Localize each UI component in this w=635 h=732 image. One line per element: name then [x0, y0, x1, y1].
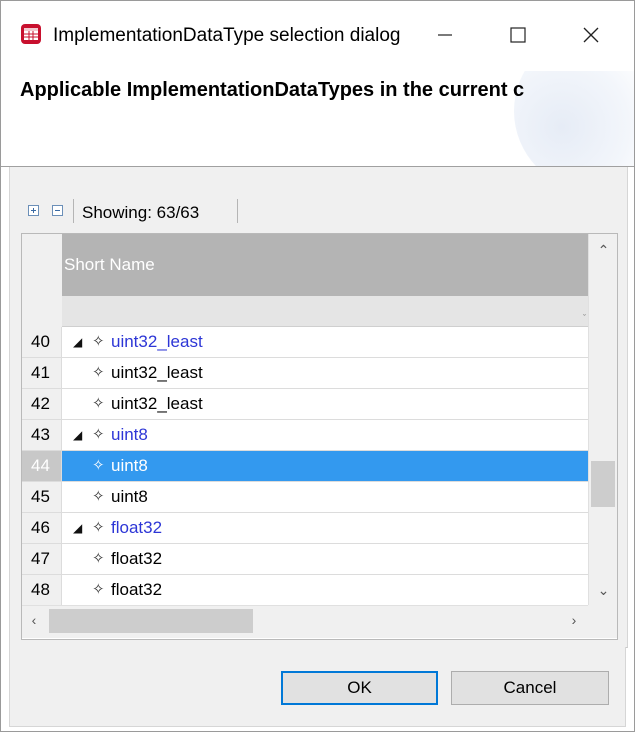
content-area: Showing: 63/63 Short Name ˇ 40 ◢ ✧ uint32_l… [9, 167, 628, 648]
minimize-icon [438, 34, 452, 36]
short-name-label: uint8 [111, 487, 148, 506]
collapse-all-icon[interactable] [52, 205, 63, 216]
short-name-cell[interactable]: ✧ float32 [62, 575, 588, 605]
short-name-cell[interactable]: ◢ ✧ float32 [62, 513, 588, 543]
expand-toggle-icon[interactable]: ◢ [73, 420, 82, 450]
table-row[interactable]: 43 ◢ ✧ uint8 [22, 420, 588, 451]
toolbar-separator [73, 199, 74, 223]
scroll-corner [588, 605, 617, 638]
scroll-down-icon[interactable]: ⌄ [589, 582, 617, 599]
row-number: 46 [22, 513, 62, 543]
element-icon: ✧ [92, 519, 105, 536]
short-name-label: uint32_least [111, 394, 203, 413]
expand-toggle-icon[interactable]: ◢ [73, 327, 82, 357]
button-bar: OK Cancel [9, 647, 626, 727]
vertical-scrollbar[interactable]: ⌃ ⌄ [588, 234, 617, 605]
table-row[interactable]: 46 ◢ ✧ float32 [22, 513, 588, 544]
short-name-cell[interactable]: ✧ uint8 [62, 482, 588, 512]
table-row[interactable]: 48 ✧ float32 [22, 575, 588, 605]
maximize-button[interactable] [495, 15, 541, 55]
ok-button[interactable]: OK [281, 671, 438, 705]
short-name-cell[interactable]: ◢ ✧ uint8 [62, 420, 588, 450]
short-name-cell[interactable]: ✧ uint32_least [62, 358, 588, 388]
short-name-label: uint8 [111, 425, 148, 444]
row-number: 42 [22, 389, 62, 419]
element-icon: ✧ [92, 426, 105, 443]
element-icon: ✧ [92, 457, 105, 474]
element-icon: ✧ [92, 364, 105, 381]
row-number-header [22, 234, 62, 327]
short-name-label: float32 [111, 518, 163, 537]
table-row[interactable]: 45 ✧ uint8 [22, 482, 588, 513]
table-row[interactable]: 41 ✧ uint32_least [22, 358, 588, 389]
table-rows: 40 ◢ ✧ uint32_least 41 ✧ uint32_least 42 ✧ uint32… [22, 327, 588, 605]
element-icon: ✧ [92, 395, 105, 412]
element-icon: ✧ [92, 488, 105, 505]
data-type-table[interactable]: Short Name ˇ 40 ◢ ✧ uint32_least 41 ✧ uint32_l… [21, 233, 618, 640]
table-row[interactable]: 42 ✧ uint32_least [22, 389, 588, 420]
column-header-label: Short Name [64, 255, 155, 274]
toolbar: Showing: 63/63 [28, 197, 258, 225]
element-icon: ✧ [92, 581, 105, 598]
short-name-label: uint32_least [111, 363, 203, 382]
close-button[interactable] [568, 15, 614, 55]
row-number: 48 [22, 575, 62, 605]
cancel-button[interactable]: Cancel [451, 671, 609, 705]
minimize-button[interactable] [422, 15, 468, 55]
row-number: 43 [22, 420, 62, 450]
banner-heading: Applicable ImplementationDataTypes in th… [20, 79, 525, 101]
toolbar-separator [237, 199, 238, 223]
short-name-label: uint8 [111, 456, 148, 475]
banner-decoration [514, 71, 634, 166]
short-name-cell[interactable]: ◢ ✧ uint32_least [62, 327, 588, 357]
scroll-left-icon[interactable]: ‹ [22, 612, 46, 628]
short-name-cell[interactable]: ✧ float32 [62, 544, 588, 574]
vertical-scroll-thumb[interactable] [591, 461, 615, 507]
horizontal-scroll-thumb[interactable] [49, 609, 253, 633]
short-name-cell[interactable]: ✧ uint8 [62, 451, 588, 481]
filter-icon: ˇ [583, 313, 586, 323]
table-row[interactable]: 44 ✧ uint8 [22, 451, 588, 482]
row-number: 44 [22, 451, 62, 481]
scroll-up-icon[interactable]: ⌃ [589, 242, 617, 259]
dialog-banner: Applicable ImplementationDataTypes in th… [1, 71, 634, 166]
row-number: 41 [22, 358, 62, 388]
maximize-icon [510, 27, 526, 43]
element-icon: ✧ [92, 333, 105, 350]
column-header-short-name[interactable]: Short Name [62, 234, 588, 296]
app-icon [21, 24, 41, 44]
close-icon [583, 27, 599, 43]
title-bar[interactable]: ImplementationDataType selection dialog [1, 1, 634, 71]
short-name-cell[interactable]: ✧ uint32_least [62, 389, 588, 419]
element-icon: ✧ [92, 550, 105, 567]
column-filter-row[interactable]: ˇ [62, 296, 588, 327]
horizontal-scrollbar[interactable]: ‹ › [22, 605, 588, 638]
expand-all-icon[interactable] [28, 205, 39, 216]
row-number: 45 [22, 482, 62, 512]
window-title: ImplementationDataType selection dialog [53, 25, 401, 46]
short-name-label: uint32_least [111, 332, 203, 351]
table-row[interactable]: 40 ◢ ✧ uint32_least [22, 327, 588, 358]
scroll-right-icon[interactable]: › [562, 612, 586, 628]
showing-count: Showing: 63/63 [82, 203, 200, 222]
short-name-label: float32 [111, 549, 163, 568]
table-row[interactable]: 47 ✧ float32 [22, 544, 588, 575]
row-number: 47 [22, 544, 62, 574]
expand-toggle-icon[interactable]: ◢ [73, 513, 82, 543]
row-number: 40 [22, 327, 62, 357]
dialog-window: ImplementationDataType selection dialog … [0, 0, 635, 732]
short-name-label: float32 [111, 580, 163, 599]
